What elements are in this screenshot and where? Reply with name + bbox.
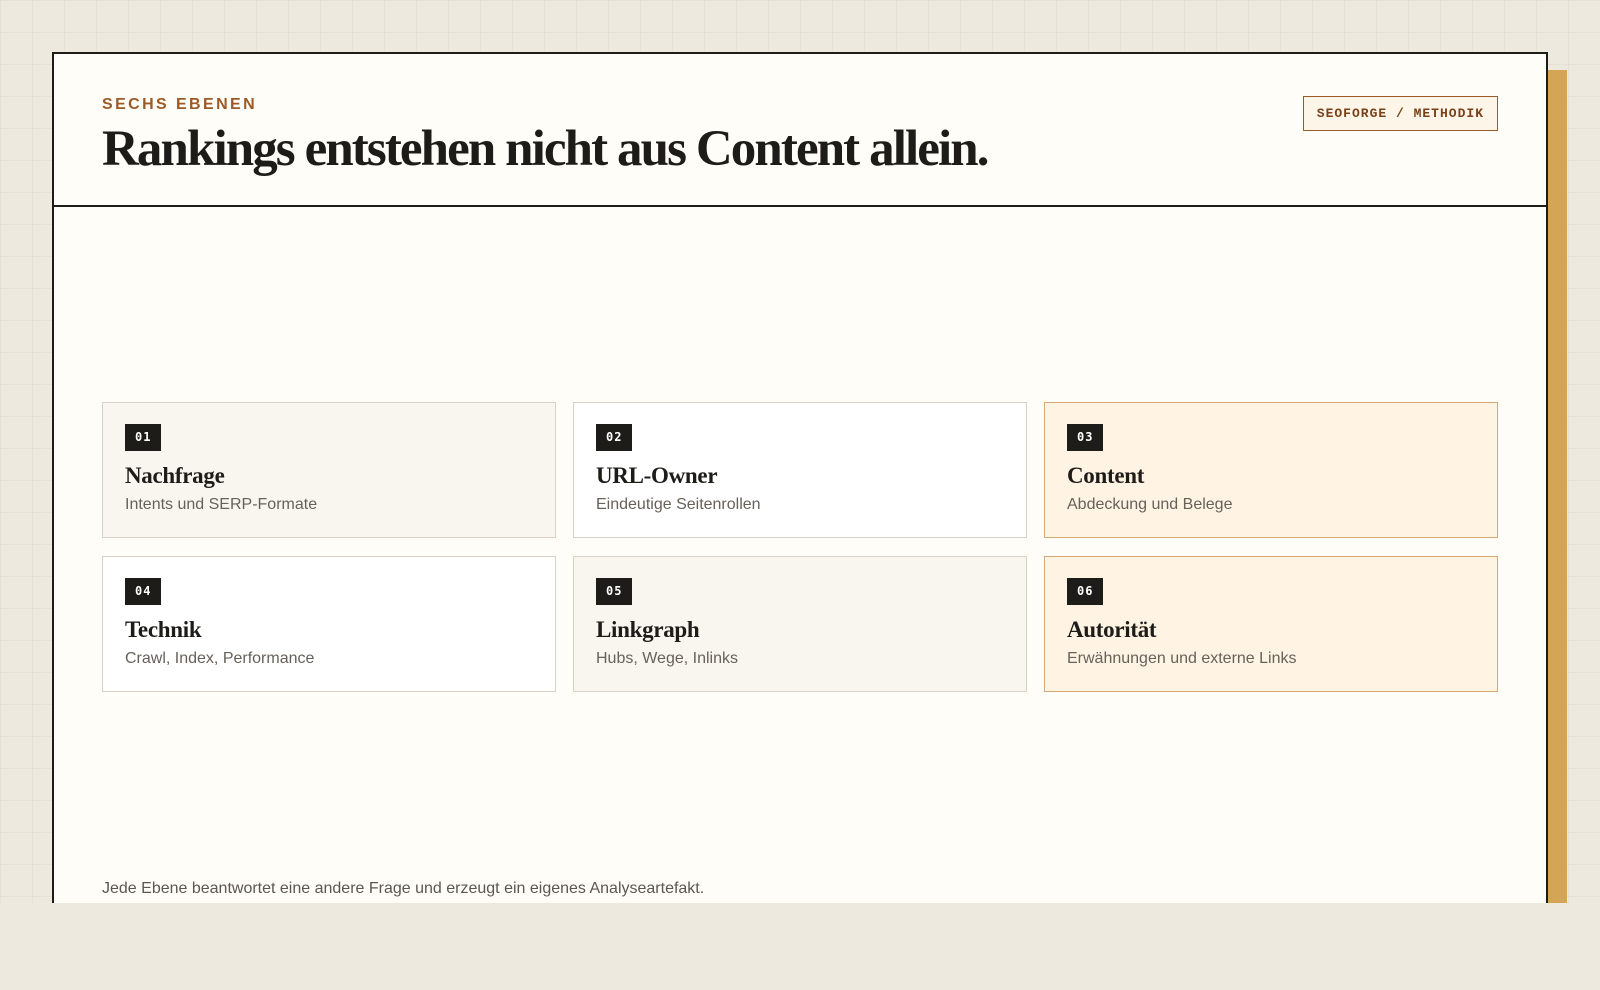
slide-header: SECHS EBENEN Rankings entstehen nicht au… [54, 54, 1546, 207]
layer-number-badge: 05 [596, 578, 633, 605]
layer-number-badge: 06 [1067, 578, 1104, 605]
layer-card-nachfrage: 01 Nachfrage Intents und SERP-Formate [102, 402, 556, 538]
layer-card-url-owner: 02 URL-Owner Eindeutige Seitenrollen [573, 402, 1027, 538]
slide-title: Rankings entstehen nicht aus Content all… [102, 121, 989, 177]
layer-subtitle: Crawl, Index, Performance [125, 650, 315, 667]
layer-card-technik: 04 Technik Crawl, Index, Performance [102, 556, 556, 692]
layer-card-linkgraph: 05 Linkgraph Hubs, Wege, Inlinks [573, 556, 1027, 692]
eyebrow-label: SECHS EBENEN [102, 96, 258, 113]
layer-number-badge: 01 [125, 424, 162, 451]
layer-title: Autorität [1067, 617, 1157, 642]
layer-subtitle: Abdeckung und Belege [1067, 496, 1233, 513]
layer-card-content: 03 Content Abdeckung und Belege [1044, 402, 1498, 538]
layer-subtitle: Eindeutige Seitenrollen [596, 496, 761, 513]
layer-number-badge: 02 [596, 424, 633, 451]
layer-title: Technik [125, 617, 202, 642]
panel-shadow-bar [1547, 70, 1567, 903]
footer-note: Jede Ebene beantwortet eine andere Frage… [102, 880, 705, 897]
layer-title: Linkgraph [596, 617, 700, 642]
brand-tag: SEOFORGE / METHODIK [1302, 96, 1498, 131]
layer-subtitle: Hubs, Wege, Inlinks [596, 650, 738, 667]
slide-panel: SECHS EBENEN Rankings entstehen nicht au… [52, 52, 1548, 903]
layer-subtitle: Erwähnungen und externe Links [1067, 650, 1297, 667]
layer-number-badge: 03 [1067, 424, 1104, 451]
layer-title: Nachfrage [125, 463, 225, 488]
layer-grid: 01 Nachfrage Intents und SERP-Formate 02… [102, 402, 1498, 692]
layer-card-autoritaet: 06 Autorität Erwähnungen und externe Lin… [1044, 556, 1498, 692]
layer-number-badge: 04 [125, 578, 162, 605]
layer-title: URL-Owner [596, 463, 718, 488]
layer-subtitle: Intents und SERP-Formate [125, 496, 318, 513]
layer-title: Content [1067, 463, 1145, 488]
